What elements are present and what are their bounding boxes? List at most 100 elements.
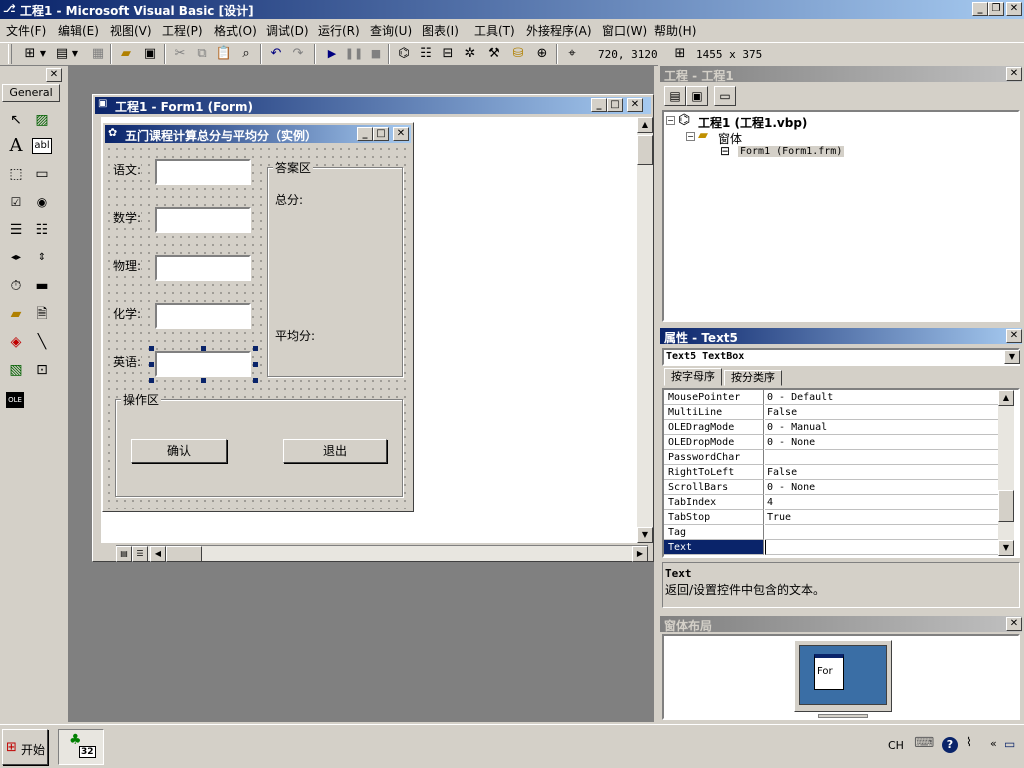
menu-help[interactable]: 帮助(H): [650, 22, 700, 40]
language-indicator[interactable]: CH: [888, 739, 904, 752]
shape-icon[interactable]: ◈: [4, 330, 28, 354]
menu-query[interactable]: 查询(U): [366, 22, 416, 40]
view-object-icon[interactable]: ▤: [116, 546, 132, 562]
textbox-chinese[interactable]: [155, 159, 251, 185]
menu-editor-icon[interactable]: ▦: [88, 44, 108, 64]
form1-close-button[interactable]: ✕: [393, 127, 409, 141]
property-row[interactable]: MousePointer 0 - Default: [664, 390, 998, 405]
drivelistbox-icon[interactable]: ▬: [30, 274, 54, 298]
property-row[interactable]: Tag: [664, 525, 998, 540]
timer-icon[interactable]: ⏱: [4, 274, 28, 298]
tray-expand-icon[interactable]: «: [990, 737, 997, 750]
find-icon[interactable]: ⌕: [236, 44, 256, 64]
menu-edit[interactable]: 编辑(E): [54, 22, 103, 40]
hscroll-thumb[interactable]: [166, 546, 202, 562]
property-row[interactable]: TabStop True: [664, 510, 998, 525]
network-icon[interactable]: ▭: [1004, 737, 1015, 751]
visual-component-manager-icon[interactable]: ⊕: [532, 44, 552, 64]
project-close-icon[interactable]: ✕: [1006, 67, 1022, 81]
vb-icon[interactable]: ⎇: [3, 2, 17, 16]
designer-maximize-button[interactable]: □: [607, 98, 623, 112]
property-value[interactable]: 4: [765, 495, 998, 510]
toolbar-grip[interactable]: [8, 44, 12, 64]
object-browser-icon[interactable]: ✲: [460, 44, 480, 64]
form1-minimize-button[interactable]: _: [357, 127, 373, 141]
textbox-english[interactable]: [155, 351, 251, 377]
start-icon[interactable]: ▶: [322, 44, 342, 64]
keyboard-icon[interactable]: ⌨: [914, 735, 934, 751]
property-row[interactable]: MultiLine False: [664, 405, 998, 420]
scroll-thumb[interactable]: [998, 490, 1014, 522]
menu-diagram[interactable]: 图表(I): [418, 22, 463, 40]
menu-debug[interactable]: 调试(D): [262, 22, 313, 40]
toggle-folders-button[interactable]: ▭: [714, 86, 736, 106]
vscrollbar-icon[interactable]: ⇕: [30, 246, 54, 270]
start-button[interactable]: ⊞ 开始: [2, 729, 48, 765]
property-value[interactable]: False: [765, 405, 998, 420]
resize-handle[interactable]: [253, 362, 258, 367]
property-value[interactable]: 0 - Manual: [765, 420, 998, 435]
line-icon[interactable]: ╲: [30, 330, 54, 354]
menu-addins[interactable]: 外接程序(A): [522, 22, 596, 40]
break-icon[interactable]: ❚❚: [344, 44, 364, 64]
dropdown-arrow-icon[interactable]: ▼: [70, 44, 80, 64]
image-icon[interactable]: ▧: [4, 358, 28, 382]
properties-close-icon[interactable]: ✕: [1006, 329, 1022, 343]
open-folder-icon[interactable]: ▰: [116, 44, 136, 64]
resize-handle[interactable]: [149, 346, 154, 351]
property-value[interactable]: False: [765, 465, 998, 480]
minimize-button[interactable]: _: [972, 2, 988, 16]
property-value-editor[interactable]: [765, 540, 998, 555]
textbox-physics[interactable]: [155, 255, 251, 281]
property-row-selected[interactable]: Text: [664, 540, 998, 555]
scroll-down-arrow-icon[interactable]: ▼: [998, 540, 1014, 556]
frame-icon[interactable]: ⬚: [4, 162, 28, 186]
scroll-down-arrow-icon[interactable]: ▼: [637, 527, 653, 543]
resize-handle[interactable]: [253, 346, 258, 351]
textbox-chemistry[interactable]: [155, 303, 251, 329]
property-row[interactable]: OLEDropMode 0 - None: [664, 435, 998, 450]
tab-alphabetic[interactable]: 按字母序: [664, 368, 722, 386]
property-value[interactable]: 0 - None: [765, 480, 998, 495]
property-row[interactable]: PasswordChar: [664, 450, 998, 465]
form1-client-area[interactable]: 语文: 数学: 物理: 化学: 英语: 答案区 总分: 平均分: 操作区 确认 …: [105, 145, 411, 509]
end-icon[interactable]: ■: [366, 44, 386, 64]
exit-button[interactable]: 退出: [283, 439, 387, 463]
data-view-icon[interactable]: ⛁: [508, 44, 528, 64]
commandbutton-icon[interactable]: ▭: [30, 162, 54, 186]
toolbox-tab-general[interactable]: General: [2, 84, 60, 102]
data-icon[interactable]: ⊡: [30, 358, 54, 382]
picturebox-icon[interactable]: ▨: [30, 108, 54, 132]
confirm-button[interactable]: 确认: [131, 439, 227, 463]
tree-collapse-icon[interactable]: −: [686, 132, 695, 141]
project-explorer-icon[interactable]: ⌬: [394, 44, 414, 64]
designer-minimize-button[interactable]: _: [591, 98, 607, 112]
dropdown-arrow-icon[interactable]: ▼: [1004, 350, 1020, 364]
close-button[interactable]: ✕: [1006, 2, 1022, 16]
property-row[interactable]: ScrollBars 0 - None: [664, 480, 998, 495]
redo-icon[interactable]: ↷: [288, 44, 308, 64]
resize-handle[interactable]: [201, 378, 206, 383]
undo-icon[interactable]: ↶: [266, 44, 286, 64]
add-form-icon[interactable]: ▤: [52, 44, 72, 64]
ime-icon[interactable]: ⌇: [966, 735, 972, 749]
view-code-button[interactable]: ▤: [664, 86, 686, 106]
resize-handle[interactable]: [253, 378, 258, 383]
copy-icon[interactable]: ⧉: [192, 44, 212, 64]
object-selector[interactable]: Text5 TextBox ▼: [662, 348, 1020, 366]
property-grid-vscrollbar[interactable]: ▲ ▼: [998, 390, 1014, 556]
properties-window-icon[interactable]: ☷: [416, 44, 436, 64]
ole-icon[interactable]: OLE: [6, 392, 24, 408]
checkbox-icon[interactable]: ☑: [4, 190, 28, 214]
form-position-preview[interactable]: For: [814, 654, 844, 690]
designer-close-button[interactable]: ✕: [627, 98, 643, 112]
view-object-button[interactable]: ▣: [686, 86, 708, 106]
menu-tools[interactable]: 工具(T): [470, 22, 519, 40]
scroll-thumb[interactable]: [637, 135, 653, 165]
resize-handle[interactable]: [201, 346, 206, 351]
property-value[interactable]: True: [765, 510, 998, 525]
optionbutton-icon[interactable]: ◉: [30, 190, 54, 214]
toolbox-icon[interactable]: ⚒: [484, 44, 504, 64]
form1-item[interactable]: Form1 (Form1.frm): [738, 146, 845, 157]
label-icon[interactable]: A: [4, 134, 28, 158]
